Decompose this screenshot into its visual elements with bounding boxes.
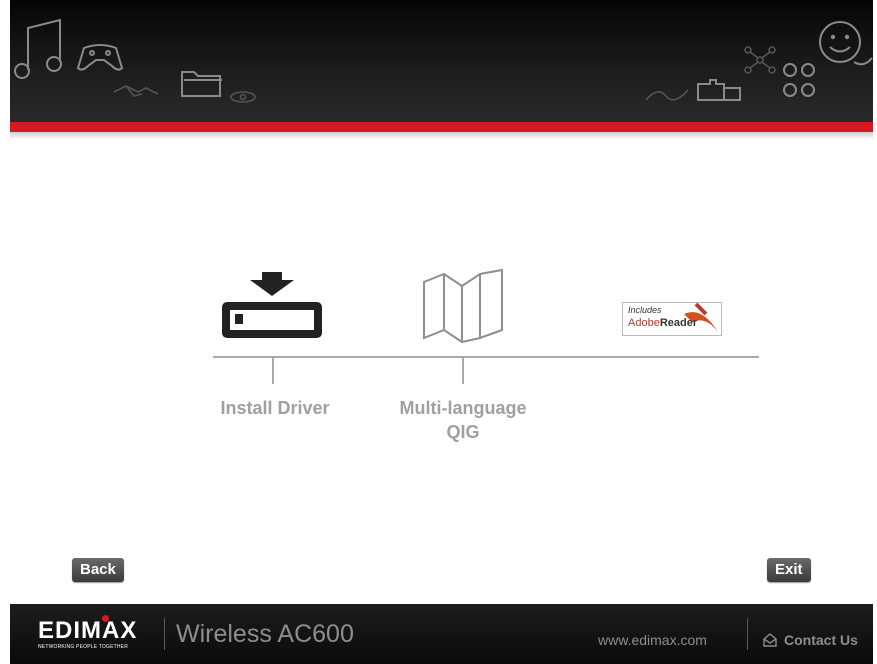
adobe-reader-text: AdobeReader — [628, 317, 698, 329]
edimax-logo: EDIMAX NETWORKING PEOPLE TOGETHER — [38, 615, 138, 650]
header-banner — [10, 0, 873, 122]
window-edge-left — [0, 0, 10, 664]
exit-button[interactable]: Exit — [767, 558, 811, 582]
network-icon — [744, 46, 776, 74]
puzzle-icon — [697, 79, 741, 101]
gamepad-icon — [76, 44, 124, 71]
footer-divider-2 — [747, 618, 748, 650]
music-icon — [14, 18, 62, 79]
footer-divider-1 — [164, 618, 165, 650]
multi-language-qig-option[interactable] — [422, 268, 504, 344]
install-driver-option[interactable] — [220, 270, 324, 340]
handshake-icon — [113, 85, 159, 97]
adobe-reader-option[interactable]: Includes AdobeReader — [622, 302, 722, 336]
timeline-line — [213, 356, 759, 358]
eye-icon — [230, 91, 256, 103]
smiley-icon — [819, 21, 873, 66]
timeline-tick-2 — [462, 358, 464, 384]
accent-red-bar — [10, 122, 873, 132]
logo-red-dot — [102, 615, 109, 622]
footer-bar: EDIMAX NETWORKING PEOPLE TOGETHER Wirele… — [10, 604, 873, 664]
signature-icon — [645, 89, 689, 101]
multi-language-qig-label[interactable]: Multi-language QIG — [373, 396, 553, 444]
timeline-tick-1 — [272, 358, 274, 384]
adobe-includes-text: Includes — [628, 305, 662, 315]
installer-window: Install Driver Multi-language QIG Includ… — [0, 0, 877, 664]
folded-map-icon — [423, 268, 503, 344]
mail-icon — [763, 633, 777, 647]
contact-us-link[interactable]: Contact Us — [762, 628, 858, 652]
main-content — [10, 138, 873, 604]
website-link[interactable]: www.edimax.com — [598, 632, 707, 648]
download-drive-icon — [222, 272, 322, 338]
product-name: Wireless AC600 — [176, 620, 354, 648]
folder-icon — [181, 71, 222, 97]
window-edge-right — [873, 0, 877, 664]
back-button[interactable]: Back — [72, 558, 124, 582]
install-driver-label[interactable]: Install Driver — [205, 396, 345, 420]
